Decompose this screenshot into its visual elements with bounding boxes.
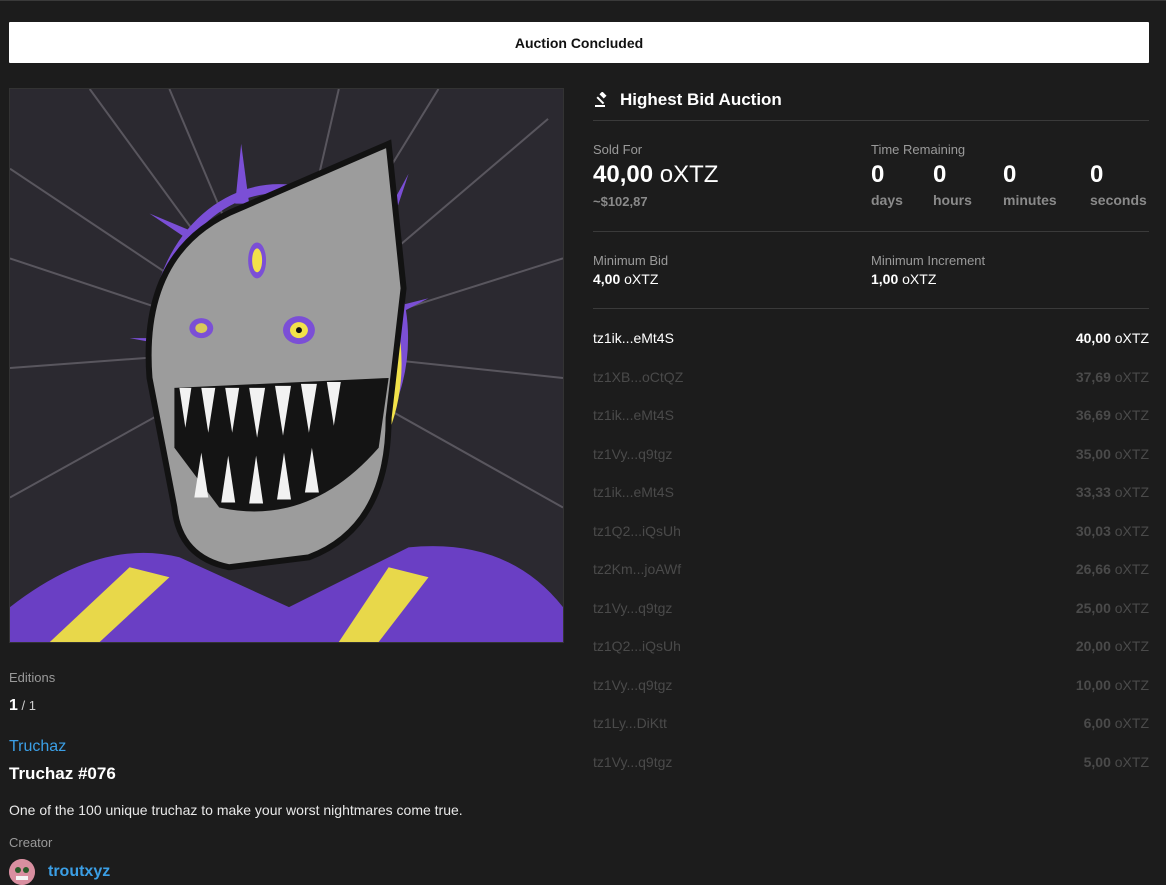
- bid-row: tz1ik...eMt4S 40,00 oXTZ: [593, 328, 1149, 350]
- time-hours: 0 hours: [933, 161, 972, 208]
- bid-amount: 37,69 oXTZ: [1075, 369, 1149, 385]
- top-border: [0, 0, 1166, 1]
- creator-link[interactable]: troutxyz: [9, 859, 110, 885]
- bidder-address[interactable]: tz1XB...oCtQZ: [593, 369, 683, 385]
- bid-amount: 36,69 oXTZ: [1075, 407, 1149, 423]
- bid-row: tz1Q2...iQsUh 30,03 oXTZ: [593, 521, 1149, 543]
- divider: [593, 308, 1149, 309]
- bidder-address[interactable]: tz1ik...eMt4S: [593, 407, 674, 423]
- bid-amount: 5,00 oXTZ: [1083, 754, 1149, 770]
- token-title: Truchaz #076: [9, 764, 116, 783]
- bidder-address[interactable]: tz1ik...eMt4S: [593, 330, 674, 346]
- bidder-address[interactable]: tz1Vy...q9tgz: [593, 754, 672, 770]
- gavel-icon: [593, 91, 611, 109]
- bid-row: tz1Q2...iQsUh 20,00 oXTZ: [593, 636, 1149, 658]
- bidder-address[interactable]: tz1Vy...q9tgz: [593, 446, 672, 462]
- time-seconds-value: 0: [1090, 161, 1104, 188]
- bid-amount: 6,00 oXTZ: [1083, 715, 1149, 731]
- auction-type-label: Highest Bid Auction: [620, 90, 782, 109]
- bid-amount: 30,03 oXTZ: [1075, 523, 1149, 539]
- bid-amount: 40,00 oXTZ: [1075, 330, 1149, 346]
- edition-total: / 1: [17, 698, 36, 713]
- bid-row: tz1ik...eMt4S 33,33 oXTZ: [593, 482, 1149, 504]
- bid-row: tz1Ly...DiKtt 6,00 oXTZ: [593, 713, 1149, 735]
- bid-row: tz1Vy...q9tgz 35,00 oXTZ: [593, 444, 1149, 466]
- auction-status-banner: Auction Concluded: [9, 22, 1149, 63]
- bid-row: tz2Km...joAWf 26,66 oXTZ: [593, 559, 1149, 581]
- time-days-unit: days: [871, 192, 903, 208]
- bid-amount: 25,00 oXTZ: [1075, 600, 1149, 616]
- creator-name: troutxyz: [48, 863, 111, 880]
- edition-current: 1: [9, 697, 18, 714]
- time-minutes: 0 minutes: [1003, 161, 1057, 208]
- bid-row: tz1ik...eMt4S 36,69 oXTZ: [593, 405, 1149, 427]
- bid-row: tz1Vy...q9tgz 25,00 oXTZ: [593, 598, 1149, 620]
- sold-for-value: 40,00 oXTZ: [593, 161, 718, 189]
- artwork-image: [10, 89, 563, 642]
- minimum-increment-value: 1,00 oXTZ: [871, 271, 936, 287]
- editions-count: 1 / 1: [9, 697, 36, 715]
- sold-for-label: Sold For: [593, 142, 643, 157]
- bid-row: tz1XB...oCtQZ 37,69 oXTZ: [593, 367, 1149, 389]
- minimum-increment-currency: oXTZ: [898, 271, 937, 287]
- auction-status-text: Auction Concluded: [514, 34, 644, 51]
- minimum-bid-label: Minimum Bid: [593, 253, 669, 268]
- creator-label: Creator: [9, 835, 53, 850]
- bidder-address[interactable]: tz1Q2...iQsUh: [593, 523, 681, 539]
- time-days-value: 0: [871, 161, 885, 188]
- divider: [593, 120, 1149, 121]
- time-days: 0 days: [871, 161, 903, 208]
- bid-amount: 26,66 oXTZ: [1075, 561, 1149, 577]
- bidder-address[interactable]: tz2Km...joAWf: [593, 561, 681, 577]
- divider: [593, 231, 1149, 232]
- bid-row: tz1Vy...q9tgz 5,00 oXTZ: [593, 752, 1149, 774]
- bid-amount: 10,00 oXTZ: [1075, 677, 1149, 693]
- bidder-address[interactable]: tz1ik...eMt4S: [593, 484, 674, 500]
- bid-row: tz1Vy...q9tgz 10,00 oXTZ: [593, 675, 1149, 697]
- bidder-address[interactable]: tz1Vy...q9tgz: [593, 600, 672, 616]
- sold-amount: 40,00: [593, 161, 654, 188]
- bidder-address[interactable]: tz1Q2...iQsUh: [593, 638, 681, 654]
- minimum-bid-value: 4,00 oXTZ: [593, 271, 658, 287]
- editions-label: Editions: [9, 670, 56, 685]
- token-description: One of the 100 unique truchaz to make yo…: [9, 802, 463, 818]
- bid-amount: 35,00 oXTZ: [1075, 446, 1149, 462]
- bidder-address[interactable]: tz1Ly...DiKtt: [593, 715, 667, 731]
- minimum-bid-currency: oXTZ: [620, 271, 659, 287]
- time-remaining-label: Time Remaining: [871, 142, 966, 157]
- time-minutes-unit: minutes: [1003, 192, 1057, 208]
- auction-type-heading: Highest Bid Auction: [593, 89, 782, 111]
- minimum-increment-label: Minimum Increment: [871, 253, 986, 268]
- time-seconds-unit: seconds: [1090, 192, 1147, 208]
- sold-currency: oXTZ: [653, 161, 719, 188]
- minimum-bid-amount: 4,00: [593, 271, 621, 287]
- creator-avatar: [9, 859, 35, 885]
- collection-link[interactable]: Truchaz: [9, 738, 66, 756]
- bid-amount: 20,00 oXTZ: [1075, 638, 1149, 654]
- minimum-increment-amount: 1,00: [871, 271, 899, 287]
- time-hours-value: 0: [933, 161, 947, 188]
- token-artwork[interactable]: [9, 88, 564, 643]
- bid-amount: 33,33 oXTZ: [1075, 484, 1149, 500]
- sold-usd-value: ~$102,87: [593, 194, 648, 209]
- time-hours-unit: hours: [933, 192, 972, 208]
- bidder-address[interactable]: tz1Vy...q9tgz: [593, 677, 672, 693]
- time-seconds: 0 seconds: [1090, 161, 1147, 208]
- time-minutes-value: 0: [1003, 161, 1017, 188]
